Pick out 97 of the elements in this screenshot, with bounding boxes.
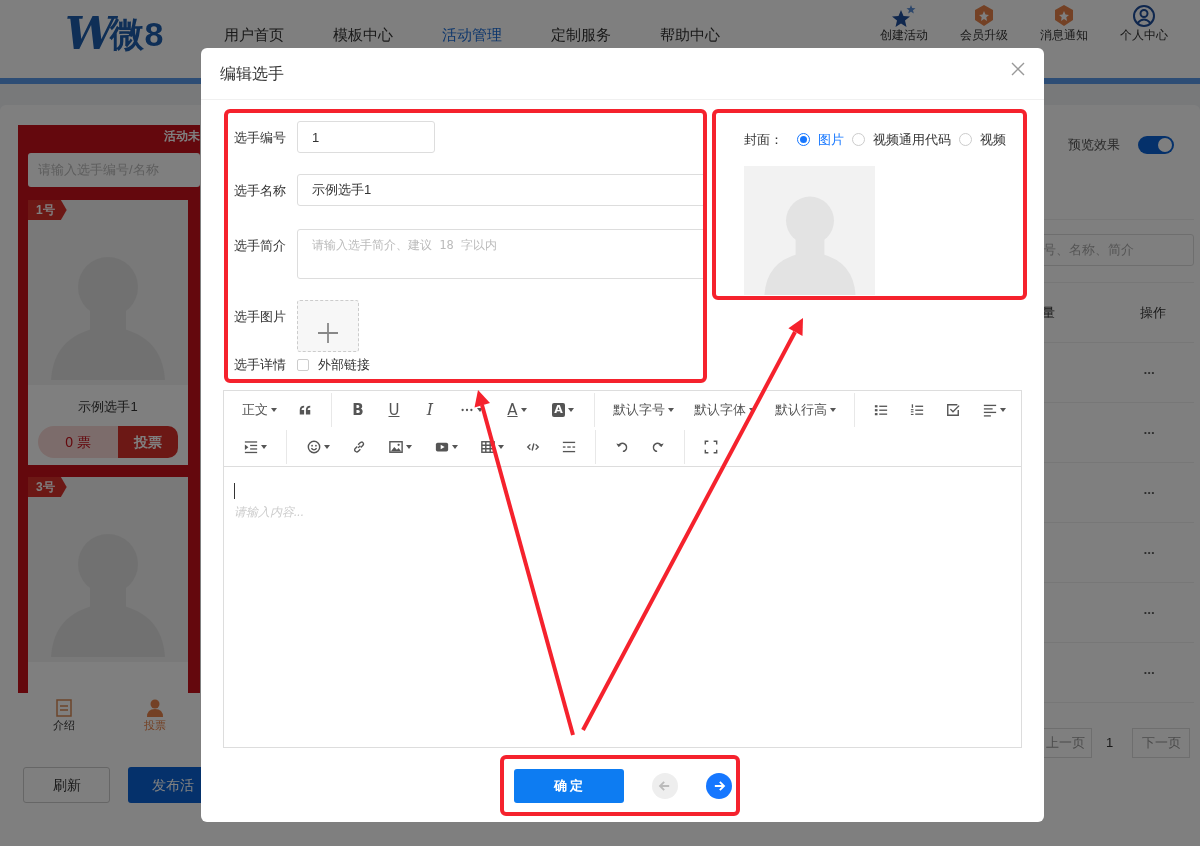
- caret-icon: [999, 408, 1006, 412]
- more-actions-button[interactable]: •••: [1140, 606, 1194, 619]
- contestant-card[interactable]: 1号 示例选手1 0 票 投票: [28, 199, 188, 465]
- page-number: 1: [1106, 734, 1115, 753]
- field-label: 选手图片: [234, 308, 287, 326]
- dropdown-button[interactable]: 正文: [232, 393, 287, 427]
- close-icon: [1011, 61, 1025, 76]
- font-color-button[interactable]: A: [494, 393, 540, 427]
- number-badge: 3号: [28, 477, 67, 497]
- medal-icon: [973, 4, 995, 28]
- action-label: 会员升级: [960, 28, 1008, 43]
- person-icon: [145, 699, 164, 718]
- next-button[interactable]: [705, 772, 732, 799]
- field-label: 封面：: [744, 131, 783, 149]
- caret-icon: [451, 445, 458, 449]
- caret-icon: [260, 445, 267, 449]
- nav-link[interactable]: 帮助中心: [660, 24, 769, 47]
- radio-label: 视频: [980, 131, 1006, 149]
- header-action[interactable]: 创建活动: [864, 4, 944, 43]
- user-icon: [1132, 4, 1156, 28]
- nav-link[interactable]: 定制服务: [551, 24, 660, 47]
- horizontal-rule-icon: [562, 440, 576, 454]
- plus-icon: [317, 322, 339, 344]
- highlight-button[interactable]: A: [540, 393, 586, 427]
- undo-icon: [615, 440, 629, 454]
- nav-link[interactable]: 活动管理: [442, 24, 551, 47]
- text-field[interactable]: 1: [297, 121, 435, 153]
- caret-icon: [520, 408, 527, 412]
- medal-icon: [1053, 4, 1075, 28]
- stars-icon: [891, 4, 917, 28]
- bold-button[interactable]: B: [340, 393, 376, 427]
- action-label: 消息通知: [1040, 28, 1088, 43]
- preview-toggle[interactable]: [1138, 136, 1174, 154]
- more-actions-button[interactable]: •••: [1140, 366, 1194, 379]
- status-text: 活动未: [164, 128, 200, 145]
- underline-button[interactable]: U: [376, 393, 412, 427]
- radio-label: 视频通用代码: [873, 131, 951, 149]
- number-badge: 1号: [28, 199, 67, 220]
- confirm-button[interactable]: 确 定: [513, 768, 624, 803]
- more-actions-button[interactable]: •••: [1140, 426, 1194, 439]
- column-header: 量: [1041, 303, 1056, 322]
- header-action[interactable]: 消息通知: [1024, 4, 1104, 43]
- redo-icon: [651, 440, 665, 454]
- field-label: 选手编号: [234, 129, 287, 147]
- dropdown-button[interactable]: 默认字体: [684, 393, 765, 427]
- more-actions-button[interactable]: •••: [1140, 486, 1194, 499]
- caret-icon: [323, 445, 330, 449]
- checkbox[interactable]: [297, 358, 309, 371]
- image-icon: [388, 440, 403, 454]
- indent-icon: [243, 440, 258, 454]
- task-list-icon: [946, 403, 960, 417]
- header-action[interactable]: 个人中心: [1104, 4, 1184, 43]
- bottom-tab[interactable]: 介绍: [18, 693, 109, 740]
- dropdown-button[interactable]: 默认行高: [765, 393, 846, 427]
- contestant-card[interactable]: 3号: [28, 477, 188, 693]
- table-icon: [480, 440, 495, 454]
- toggle-label: 预览效果: [1068, 136, 1120, 155]
- document-icon: [55, 699, 72, 718]
- vote-button[interactable]: 投票: [118, 426, 178, 459]
- more-actions-button[interactable]: •••: [1140, 666, 1194, 679]
- field-label: 选手简介: [234, 237, 287, 255]
- close-button[interactable]: [1011, 60, 1027, 77]
- header-action[interactable]: 会员升级: [944, 4, 1024, 43]
- caret-icon: [668, 408, 674, 412]
- caret-icon: [271, 408, 277, 412]
- refresh-button[interactable]: 刷新: [23, 767, 111, 803]
- more-actions-button[interactable]: •••: [1140, 546, 1194, 559]
- link-icon: [352, 440, 366, 454]
- action-label: 个人中心: [1120, 28, 1168, 43]
- dialog-title: 编辑选手: [220, 63, 284, 84]
- align-icon: [982, 403, 997, 417]
- caret-icon: [497, 445, 504, 449]
- caret-icon: [830, 408, 836, 412]
- numbered-list-icon: [910, 403, 924, 417]
- action-label: 创建活动: [880, 28, 928, 43]
- contestant-name: 示例选手1: [77, 397, 139, 416]
- nav-link[interactable]: 用户首页: [224, 24, 333, 47]
- fullscreen-icon: [704, 440, 718, 454]
- logo[interactable]: W微8: [0, 0, 224, 54]
- emoji-icon: [306, 440, 321, 454]
- upload-button[interactable]: [297, 300, 359, 352]
- dropdown-button[interactable]: 默认字号: [603, 393, 684, 427]
- column-header: 操作: [1140, 303, 1167, 322]
- quote-icon: [298, 403, 312, 417]
- caret-icon: [567, 408, 574, 412]
- caret-icon: [405, 445, 412, 449]
- field-label: 选手详情: [234, 356, 287, 374]
- video-icon: [434, 440, 449, 454]
- code-icon: [526, 440, 540, 454]
- bulleted-list-icon: [874, 403, 888, 417]
- radio-label: 图片: [818, 131, 844, 149]
- italic-button[interactable]: I: [412, 393, 448, 427]
- field-label: 选手名称: [234, 182, 287, 200]
- vote-count: 0 票: [38, 426, 118, 459]
- checkbox-label: 外部链接: [318, 356, 370, 374]
- nav-link[interactable]: 模板中心: [333, 24, 442, 47]
- caret-icon: [749, 408, 755, 412]
